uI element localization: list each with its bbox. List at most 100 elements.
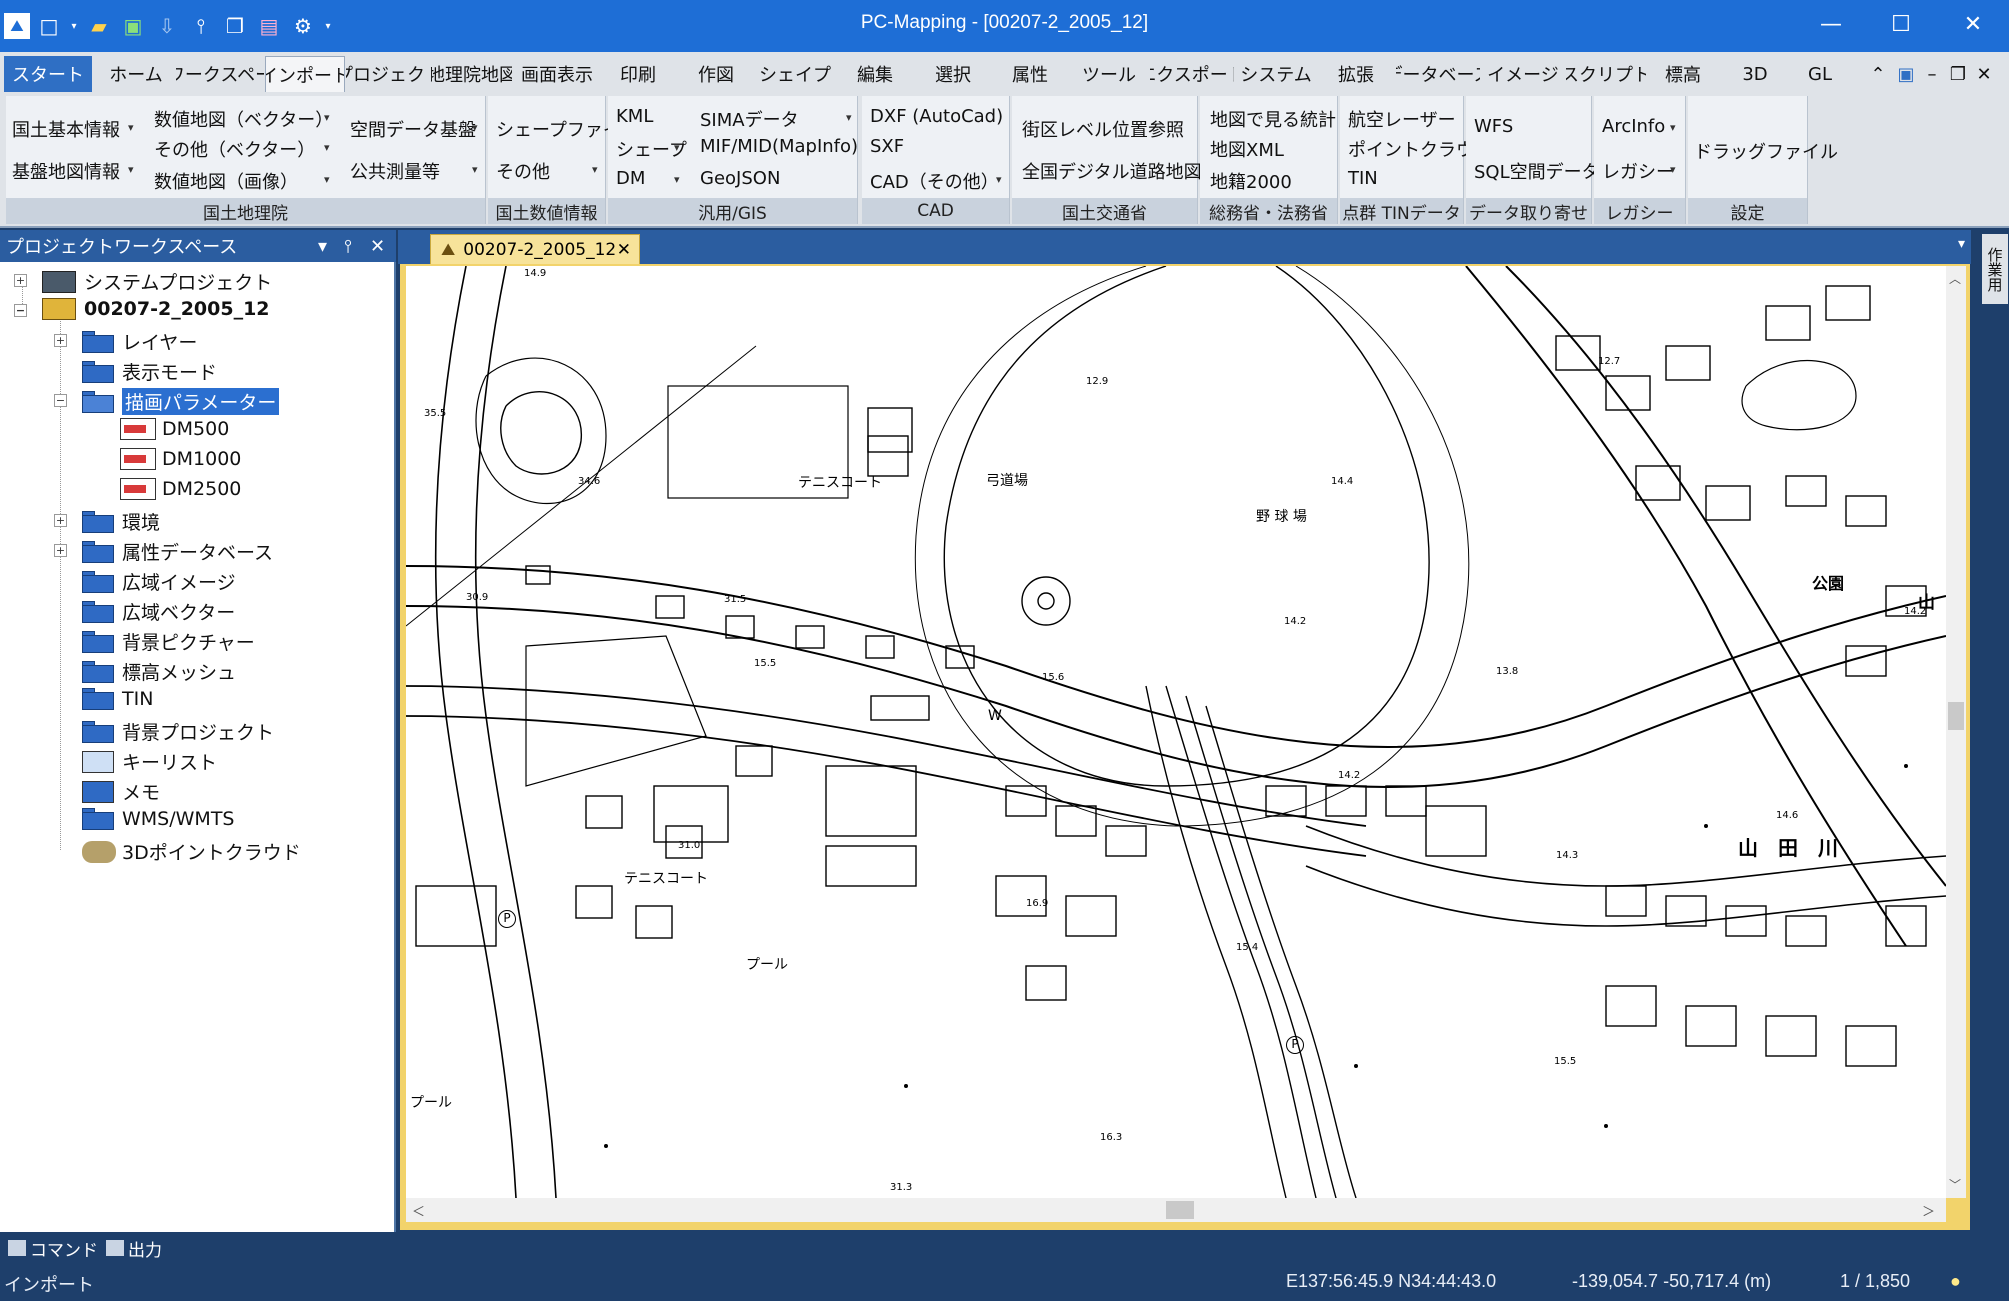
- help-icon[interactable]: ▣: [1894, 56, 1918, 92]
- tree-item-wide-vector[interactable]: 広域ベクター: [54, 598, 235, 625]
- wfs-button[interactable]: WFS: [1474, 116, 1513, 137]
- kokyo-sokuryo-button[interactable]: 公共測量等: [350, 158, 440, 184]
- scroll-thumb[interactable]: [1166, 1201, 1194, 1219]
- ribbon-collapse-icon[interactable]: ⌃: [1866, 56, 1890, 92]
- expand-icon[interactable]: +: [14, 274, 27, 287]
- expand-icon[interactable]: +: [54, 334, 67, 347]
- minimize-button[interactable]: —: [1800, 0, 1862, 48]
- tab-output[interactable]: 出力: [106, 1235, 162, 1261]
- tab-script[interactable]: スクリプト: [1566, 56, 1646, 92]
- tree-item-layer[interactable]: + レイヤー: [54, 328, 197, 355]
- tree-item-3d-pointcloud[interactable]: 3Dポイントクラウド: [54, 838, 301, 865]
- legacy-button[interactable]: レガシー: [1602, 158, 1674, 184]
- collapse-icon[interactable]: −: [14, 304, 27, 317]
- tree-item-elev-mesh[interactable]: 標高メッシュ: [54, 658, 236, 685]
- tree-item-memo[interactable]: メモ: [54, 778, 160, 805]
- scroll-up-icon[interactable]: ︿: [1949, 270, 1961, 287]
- tab-export[interactable]: エクスポート: [1150, 56, 1234, 92]
- tab-edit[interactable]: 編集: [836, 56, 914, 92]
- arcinfo-button[interactable]: ArcInfo: [1602, 116, 1665, 137]
- sonota-button[interactable]: その他: [496, 158, 550, 184]
- sql-spatial-button[interactable]: SQL空間データ: [1474, 158, 1600, 184]
- tab-import[interactable]: インポート: [265, 56, 345, 92]
- tab-extension[interactable]: 拡張: [1318, 56, 1394, 92]
- scroll-down-icon[interactable]: ﹀: [1949, 1176, 1961, 1193]
- tree-item-bg-picture[interactable]: 背景ピクチャー: [54, 628, 255, 655]
- dm-button[interactable]: DM: [616, 168, 645, 189]
- tree-item-dm500[interactable]: DM500: [120, 418, 229, 440]
- tree-item-tin[interactable]: TIN: [54, 688, 153, 710]
- tab-system[interactable]: システム: [1236, 56, 1316, 92]
- gaiku-level-button[interactable]: 街区レベル位置参照: [1022, 116, 1184, 142]
- tree-item-display-mode[interactable]: 表示モード: [54, 358, 217, 385]
- pin-icon[interactable]: ⫯: [344, 236, 352, 257]
- laser-button[interactable]: 航空レーザー: [1348, 106, 1456, 132]
- kiban-chizu-button[interactable]: 基盤地図情報: [12, 158, 120, 184]
- map-canvas[interactable]: テニスコート 弓道場 野 球 場 テニスコート プール プール 公園 山 田 川…: [406, 266, 1946, 1198]
- chizu-xml-button[interactable]: 地図XML: [1210, 136, 1284, 162]
- dxf-button[interactable]: DXF (AutoCad): [870, 106, 1003, 127]
- tab-home[interactable]: ホーム: [96, 56, 176, 92]
- tree-item-environment[interactable]: + 環境: [54, 508, 160, 535]
- tab-command[interactable]: コマンド: [8, 1235, 98, 1261]
- tokei-button[interactable]: 地図で見る統計: [1210, 106, 1336, 132]
- close-icon[interactable]: ✕: [370, 236, 385, 257]
- kukan-data-kiban-button[interactable]: 空間データ基盤: [350, 116, 476, 142]
- tab-select[interactable]: 選択: [914, 56, 992, 92]
- close-button[interactable]: ✕: [1942, 0, 2004, 48]
- doc-close-button[interactable]: ✕: [1972, 56, 1996, 92]
- mif-mid-button[interactable]: MIF/MID(MapInfo): [700, 136, 858, 157]
- expand-icon[interactable]: +: [54, 544, 67, 557]
- chiseki-2000-button[interactable]: 地籍2000: [1210, 168, 1292, 194]
- tab-shape[interactable]: シェイプ: [756, 56, 834, 92]
- tab-print[interactable]: 印刷: [600, 56, 676, 92]
- tree-item-wide-image[interactable]: 広域イメージ: [54, 568, 236, 595]
- tab-project[interactable]: プロジェクト: [346, 56, 432, 92]
- tab-attribute[interactable]: 属性: [992, 56, 1068, 92]
- sxf-button[interactable]: SXF: [870, 136, 904, 157]
- tree-item-bg-project[interactable]: 背景プロジェクト: [54, 718, 274, 745]
- tab-image[interactable]: イメージ: [1482, 56, 1564, 92]
- tree-item-key-list[interactable]: キーリスト: [54, 748, 217, 775]
- tab-workspace[interactable]: ワークスペー: [176, 56, 264, 92]
- sonota-vector-button[interactable]: その他（ベクター）: [154, 136, 315, 162]
- geojson-button[interactable]: GeoJSON: [700, 168, 780, 189]
- kokudo-kihon-button[interactable]: 国土基本情報: [12, 116, 120, 142]
- tab-gl[interactable]: GL: [1790, 56, 1850, 92]
- tree-item-system-project[interactable]: + システムプロジェクト: [14, 268, 272, 295]
- tab-start[interactable]: スタート: [4, 56, 92, 92]
- tab-database[interactable]: データベース: [1396, 56, 1480, 92]
- cad-other-button[interactable]: CAD（その他）: [870, 168, 999, 194]
- lightbulb-icon[interactable]: ●: [1950, 1271, 1961, 1292]
- tab-view[interactable]: 画面表示: [516, 56, 598, 92]
- tree-item-attr-db[interactable]: + 属性データベース: [54, 538, 273, 565]
- tab-gsi-map[interactable]: 地理院地図: [432, 56, 512, 92]
- kml-button[interactable]: KML: [616, 106, 653, 127]
- tree-item-dm1000[interactable]: DM1000: [120, 448, 241, 470]
- tab-list-icon[interactable]: ▾: [1958, 236, 1965, 252]
- panel-menu-icon[interactable]: ▾: [318, 236, 327, 257]
- drag-file-button[interactable]: ドラッグファイル: [1694, 138, 1838, 164]
- expand-icon[interactable]: +: [54, 514, 67, 527]
- document-tab[interactable]: ⛰ 00207-2_2005_12 ✕: [430, 234, 640, 264]
- suuchi-vector-button[interactable]: 数値地図（ベクター）: [154, 106, 333, 132]
- tab-tool[interactable]: ツール: [1070, 56, 1148, 92]
- tin-button[interactable]: TIN: [1348, 168, 1378, 189]
- suuchi-gazou-button[interactable]: 数値地図（画像）: [154, 168, 298, 194]
- tree-item-project[interactable]: − 00207-2_2005_12: [14, 298, 270, 320]
- sima-data-button[interactable]: SIMAデータ: [700, 106, 799, 132]
- tab-draw[interactable]: 作図: [678, 56, 754, 92]
- tree-item-dm2500[interactable]: DM2500: [120, 478, 241, 500]
- doc-minimize-button[interactable]: –: [1920, 56, 1944, 92]
- close-icon[interactable]: ✕: [617, 240, 631, 260]
- tree-item-draw-params[interactable]: − 描画パラメーター: [54, 388, 280, 415]
- scroll-thumb[interactable]: [1948, 702, 1964, 730]
- vertical-scrollbar[interactable]: ︿ ﹀: [1946, 266, 1966, 1198]
- maximize-button[interactable]: ☐: [1870, 0, 1932, 48]
- horizontal-scrollbar[interactable]: ＜ ＞: [406, 1198, 1946, 1222]
- tree-item-wms[interactable]: WMS/WMTS: [54, 808, 235, 830]
- collapse-icon[interactable]: −: [54, 394, 67, 407]
- tab-elevation[interactable]: 標高: [1646, 56, 1720, 92]
- side-panel-tab[interactable]: 作業用: [1982, 234, 2008, 304]
- scroll-right-icon[interactable]: ＞: [1922, 1201, 1935, 1220]
